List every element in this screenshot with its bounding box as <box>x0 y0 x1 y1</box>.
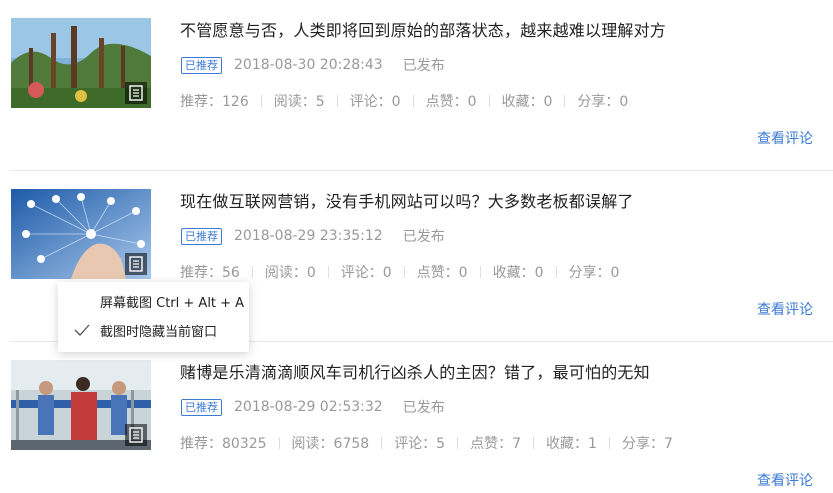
checkmark-icon <box>74 323 90 341</box>
stat-favorite: 收藏：1 <box>521 433 597 453</box>
publish-status: 已发布 <box>402 400 445 416</box>
article-stats: 推荐：126 阅读：5 评论：0 点赞：0 收藏：0 分享：0 <box>180 91 628 111</box>
document-icon <box>125 424 147 446</box>
article-thumbnail[interactable] <box>11 189 151 279</box>
article-thumbnail[interactable] <box>11 360 151 450</box>
menu-item-label: 截图时隐藏当前窗口 <box>100 324 218 340</box>
article-meta: 已推荐 2018-08-29 02:53:32 已发布 <box>181 397 445 417</box>
article-stats: 推荐：80325 阅读：6758 评论：5 点赞：7 收藏：1 分享：7 <box>180 433 673 453</box>
stat-like: 点赞：0 <box>392 262 468 282</box>
article-title[interactable]: 赌博是乐清滴滴顺风车司机行凶杀人的主因？错了，最可怕的无知 <box>180 359 650 383</box>
stat-comment: 评论：0 <box>325 91 401 111</box>
stat-recommend: 推荐：56 <box>180 265 240 281</box>
publish-status: 已发布 <box>402 229 445 245</box>
publish-datetime: 2018-08-30 20:28:43 <box>234 57 383 73</box>
article-meta: 已推荐 2018-08-30 20:28:43 已发布 <box>181 55 445 75</box>
stat-recommend: 推荐：126 <box>180 94 249 110</box>
article-item: 赌博是乐清滴滴顺风车司机行凶杀人的主因？错了，最可怕的无知 已推荐 2018-0… <box>0 342 833 493</box>
view-comments-link[interactable]: 查看评论 <box>757 299 813 319</box>
view-comments-link[interactable]: 查看评论 <box>757 470 813 490</box>
stat-comment: 评论：0 <box>316 262 392 282</box>
article-meta: 已推荐 2018-08-29 23:35:12 已发布 <box>181 226 445 246</box>
stat-comment: 评论：5 <box>369 433 445 453</box>
recommended-badge: 已推荐 <box>181 227 222 245</box>
stat-share: 分享：0 <box>544 262 619 282</box>
stat-like: 点赞：7 <box>445 433 521 453</box>
stat-recommend: 推荐：80325 <box>180 436 267 452</box>
view-comments-link[interactable]: 查看评论 <box>757 128 813 148</box>
stat-like: 点赞：0 <box>401 91 477 111</box>
publish-datetime: 2018-08-29 23:35:12 <box>234 228 383 244</box>
publish-status: 已发布 <box>402 58 445 74</box>
document-icon <box>125 253 147 275</box>
menu-item-label: 屏幕截图 Ctrl + Alt + A <box>100 295 245 311</box>
article-thumbnail[interactable] <box>11 18 151 108</box>
menu-item-hide-window[interactable]: 截图时隐藏当前窗口 <box>58 316 249 344</box>
stat-favorite: 收藏：0 <box>468 262 544 282</box>
stat-read: 阅读：6758 <box>267 433 369 453</box>
stat-read: 阅读：5 <box>249 91 325 111</box>
recommended-badge: 已推荐 <box>181 398 222 416</box>
context-menu: 屏幕截图 Ctrl + Alt + A 截图时隐藏当前窗口 <box>58 282 249 352</box>
article-title[interactable]: 不管愿意与否，人类即将回到原始的部落状态，越来越难以理解对方 <box>180 17 666 41</box>
stat-share: 分享：7 <box>597 433 673 453</box>
publish-datetime: 2018-08-29 02:53:32 <box>234 399 383 415</box>
article-title[interactable]: 现在做互联网营销，没有手机网站可以吗？大多数老板都误解了 <box>180 188 634 212</box>
menu-item-screenshot[interactable]: 屏幕截图 Ctrl + Alt + A <box>58 287 249 315</box>
document-icon <box>125 82 147 104</box>
stat-share: 分享：0 <box>552 91 628 111</box>
stat-read: 阅读：0 <box>240 262 316 282</box>
recommended-badge: 已推荐 <box>181 56 222 74</box>
article-stats: 推荐：56 阅读：0 评论：0 点赞：0 收藏：0 分享：0 <box>180 262 619 282</box>
stat-favorite: 收藏：0 <box>477 91 552 111</box>
article-item: 不管愿意与否，人类即将回到原始的部落状态，越来越难以理解对方 已推荐 2018-… <box>0 0 833 171</box>
